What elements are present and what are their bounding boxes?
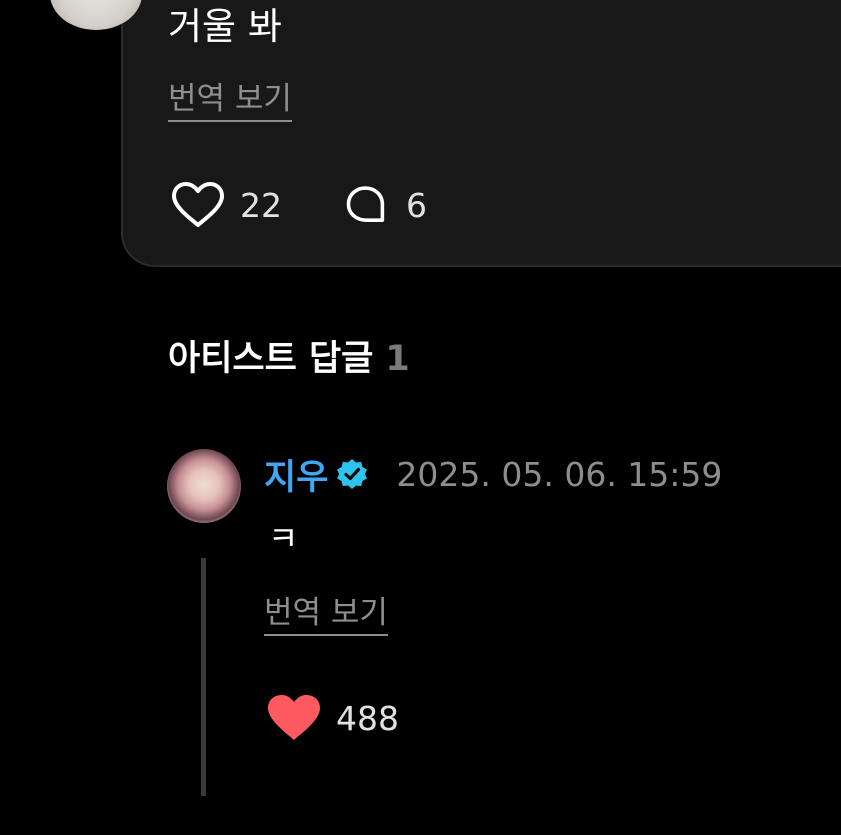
post-translate-link[interactable]: 번역 보기 [168,80,292,122]
heart-filled-icon[interactable] [266,693,322,743]
section-title-label: 아티스트 답글 [168,339,374,379]
post-like-count: 22 [240,185,282,225]
post-comment-count: 6 [406,185,427,225]
thread-line [201,558,206,796]
reply-like-count: 488 [336,698,399,738]
artist-avatar[interactable] [167,449,241,523]
post-text: 거울 봐 [168,5,282,48]
artist-name[interactable]: 지우 [264,449,328,500]
verified-badge-icon [337,459,368,489]
reply-like: 488 [266,692,399,744]
artist-replies-heading: 아티스트 답글 1 [168,335,410,383]
reply-translate-link[interactable]: 번역 보기 [264,594,388,636]
reply-text: ㅋ [268,519,299,558]
post-actions: 22 6 [170,181,427,229]
speech-bubble-icon[interactable] [344,181,394,229]
heart-outline-icon[interactable] [170,181,226,229]
section-reply-count: 1 [385,339,410,379]
reply-header: 지우 2025. 05. 06. 15:59 [264,449,723,500]
reply-timestamp: 2025. 05. 06. 15:59 [396,454,723,494]
